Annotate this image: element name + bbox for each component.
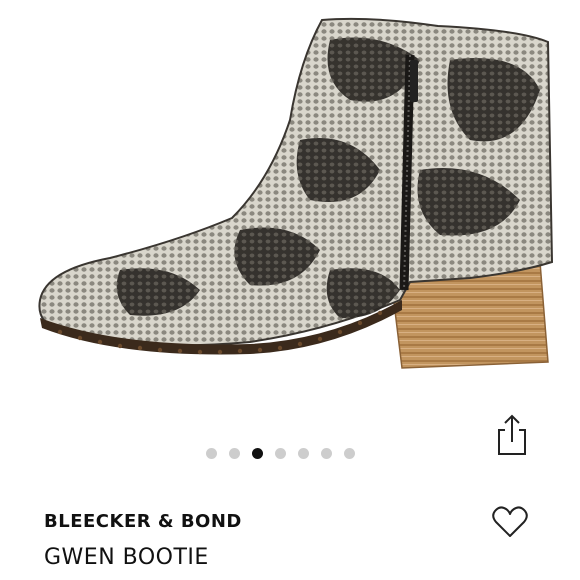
carousel-dot[interactable] <box>321 447 332 459</box>
share-button[interactable] <box>494 412 530 458</box>
carousel-dot[interactable] <box>252 447 263 459</box>
carousel-indicator <box>206 446 355 460</box>
carousel-dot[interactable] <box>206 447 217 459</box>
brand-name: BLEECKER & BOND <box>44 511 242 532</box>
carousel-dot[interactable] <box>344 447 355 459</box>
carousel-dot[interactable] <box>298 447 309 459</box>
product-image <box>0 0 580 420</box>
heart-outline-icon <box>492 506 528 537</box>
carousel-dot[interactable] <box>275 447 286 459</box>
like-button[interactable] <box>490 502 530 542</box>
share-icon <box>498 414 526 455</box>
product-title: GWEN BOOTIE <box>44 545 209 570</box>
carousel-dot[interactable] <box>229 447 240 459</box>
